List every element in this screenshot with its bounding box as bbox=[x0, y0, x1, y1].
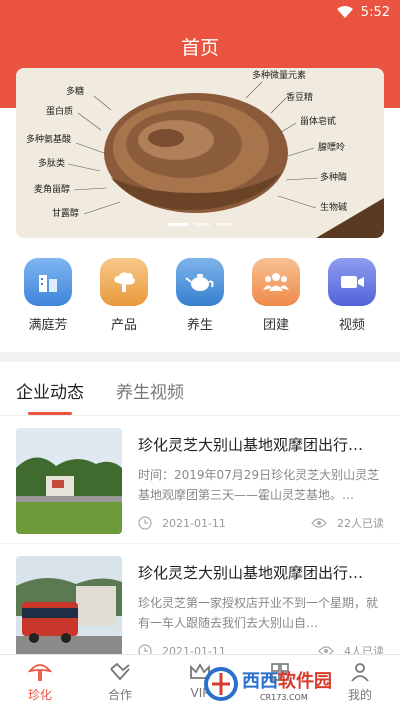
nav-label: 珍化 bbox=[27, 688, 52, 702]
quick-link-label: 视频 bbox=[338, 318, 365, 333]
news-thumbnail bbox=[16, 556, 122, 662]
carousel-dot[interactable] bbox=[216, 223, 232, 226]
quick-link-manting[interactable]: 满庭芳 bbox=[18, 258, 78, 333]
tab-company-news[interactable]: 企业动态 bbox=[16, 362, 84, 415]
video-icon bbox=[328, 258, 376, 306]
group-icon bbox=[252, 258, 300, 306]
quick-link-label: 养生 bbox=[186, 318, 213, 333]
watermark-url: CR173.COM bbox=[260, 692, 308, 702]
quick-link-label: 团建 bbox=[262, 318, 289, 333]
wifi-icon bbox=[336, 6, 353, 18]
banner-label: 多肽类 bbox=[38, 159, 66, 169]
banner-label: 蛋白质 bbox=[46, 107, 74, 117]
banner-label: 多种微量元素 bbox=[252, 71, 307, 81]
watermark-text-red: 软件园 bbox=[278, 670, 332, 692]
banner-label: 多糖 bbox=[66, 87, 85, 97]
mushroom-icon bbox=[28, 664, 52, 681]
quick-link-video[interactable]: 视频 bbox=[322, 258, 382, 333]
banner-label: 麦角甾醇 bbox=[34, 185, 71, 195]
news-date: 2021-01-11 bbox=[162, 516, 226, 530]
news-summary: 珍化灵芝第一家授权店开业不到一个星期，就有一车人跟随去我们去大别山自… bbox=[138, 596, 379, 630]
page-title: 首页 bbox=[180, 37, 219, 59]
banner-label: 多种氨基酸 bbox=[26, 135, 72, 145]
banner-label: 甘露醇 bbox=[52, 209, 80, 219]
news-thumbnail bbox=[16, 428, 122, 534]
banner-carousel[interactable]: 多糖 蛋白质 多种氨基酸 多肽类 麦角甾醇 甘露醇 多种微量元素 香豆精 甾体皂… bbox=[16, 68, 384, 238]
cloud-icon bbox=[100, 258, 148, 306]
watermark-logo: 西西软件园 CR173.COM bbox=[204, 664, 384, 704]
nav-label: 合作 bbox=[107, 688, 132, 702]
quick-link-team[interactable]: 团建 bbox=[246, 258, 306, 333]
status-time: 5:52 bbox=[360, 4, 390, 20]
section-divider bbox=[0, 352, 400, 362]
carousel-dot[interactable] bbox=[168, 223, 188, 226]
tab-health-videos[interactable]: 养生视频 bbox=[116, 362, 184, 415]
news-title: 珍化灵芝大别山基地观摩团出行… bbox=[138, 564, 364, 582]
banner-label: 生物碱 bbox=[320, 203, 348, 213]
banner-label: 多种酶 bbox=[320, 173, 348, 183]
watermark-icon bbox=[204, 667, 238, 701]
nav-cooperation[interactable]: 合作 bbox=[90, 655, 150, 710]
quick-link-label: 产品 bbox=[110, 318, 137, 333]
news-list: 珍化灵芝大别山基地观摩团出行… 时间：2019年07月29日珍化灵芝大别山灵芝基… bbox=[0, 416, 400, 672]
carousel-dot[interactable] bbox=[194, 223, 210, 226]
nav-home[interactable]: 珍化 bbox=[10, 655, 70, 710]
handshake-icon bbox=[110, 662, 130, 681]
news-views: 22人已读 bbox=[337, 517, 384, 530]
quick-link-products[interactable]: 产品 bbox=[94, 258, 154, 333]
clock-icon bbox=[138, 516, 152, 530]
teapot-icon bbox=[176, 258, 224, 306]
news-title: 珍化灵芝大别山基地观摩团出行… bbox=[138, 436, 364, 454]
banner-label: 甾体皂甙 bbox=[300, 117, 337, 127]
list-item[interactable]: 珍化灵芝大别山基地观摩团出行… 珍化灵芝第一家授权店开业不到一个星期，就有一车人… bbox=[0, 544, 400, 672]
news-summary: 时间：2019年07月29日珍化灵芝大别山灵芝基地观摩团第三天——霍山灵芝基地。… bbox=[138, 468, 380, 502]
building-icon bbox=[24, 258, 72, 306]
quick-link-label: 满庭芳 bbox=[28, 318, 68, 333]
list-item[interactable]: 珍化灵芝大别山基地观摩团出行… 时间：2019年07月29日珍化灵芝大别山灵芝基… bbox=[0, 416, 400, 544]
quick-links: 满庭芳 产品 养生 团建 视频 bbox=[0, 258, 400, 333]
watermark-text-blue: 西西 bbox=[242, 670, 278, 692]
banner-label: 腺嘌呤 bbox=[318, 143, 346, 153]
banner-label: 香豆精 bbox=[286, 93, 314, 103]
eye-icon bbox=[311, 518, 327, 528]
news-tabs: 企业动态 养生视频 bbox=[0, 362, 400, 416]
status-bar: 5:52 bbox=[0, 0, 400, 24]
carousel-indicator bbox=[16, 223, 384, 226]
quick-link-health[interactable]: 养生 bbox=[170, 258, 230, 333]
